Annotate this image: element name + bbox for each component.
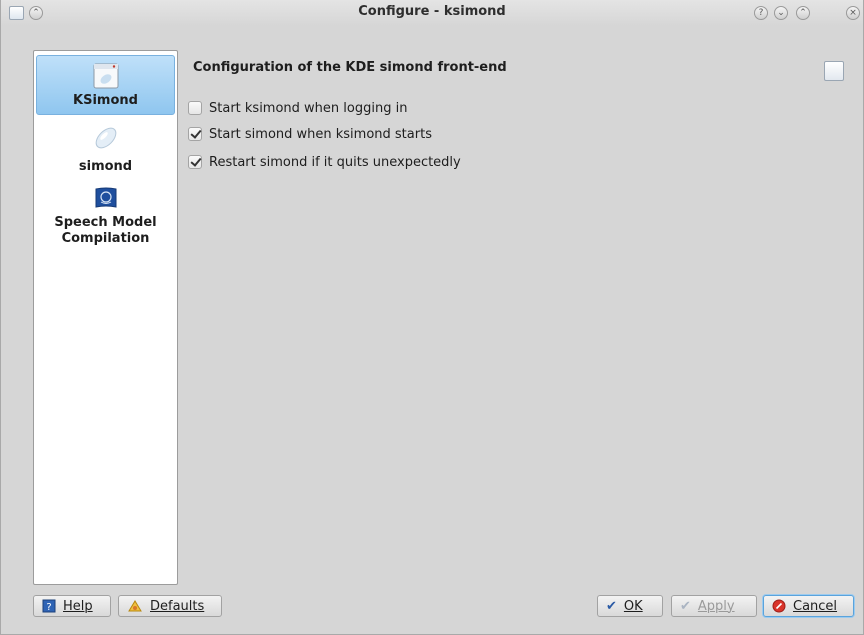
apply-check-icon: ✔ xyxy=(680,598,691,614)
page-header-icon xyxy=(824,61,844,81)
defaults-icon xyxy=(128,600,142,612)
option-restart-simond[interactable]: Restart simond if it quits unexpectedly xyxy=(188,153,461,171)
apply-button-label: Apply xyxy=(697,598,735,614)
cancel-button[interactable]: Cancel xyxy=(763,595,854,617)
ksimond-app-icon xyxy=(93,63,118,89)
configure-dialog: ⌃ Configure - ksimond ? ⌄ ⌃ × KSimond si… xyxy=(0,0,864,635)
cancel-button-label: Cancel xyxy=(793,598,838,614)
checkbox-label: Start ksimond when logging in xyxy=(209,100,408,116)
ok-button[interactable]: ✔ OK xyxy=(597,595,663,617)
simond-icon xyxy=(95,127,116,149)
sidebar-item-label: Speech Model Compilation xyxy=(54,215,157,246)
restart-simond-checkbox[interactable] xyxy=(188,155,202,169)
ok-button-label: OK xyxy=(623,598,643,614)
title-bar[interactable]: ⌃ Configure - ksimond ? ⌄ ⌃ × xyxy=(1,0,863,26)
sidebar-item-speech-model-compilation[interactable]: Speech Model Compilation xyxy=(36,185,175,255)
svg-text:?: ? xyxy=(46,602,51,613)
help-book-icon: ? xyxy=(42,599,56,613)
minimize-icon[interactable]: ⌄ xyxy=(774,6,788,20)
checkbox-label: Restart simond if it quits unexpectedly xyxy=(209,154,461,170)
sidebar-item-label: simond xyxy=(78,159,133,174)
speech-model-flag-icon xyxy=(95,187,116,208)
window-title: Configure - ksimond xyxy=(358,4,506,19)
maximize-icon[interactable]: ⌃ xyxy=(796,6,810,20)
cancel-icon xyxy=(772,599,786,613)
sidebar-item-ksimond[interactable]: KSimond xyxy=(36,55,175,115)
page-title: Configuration of the KDE simond front-en… xyxy=(193,60,507,75)
help-icon[interactable]: ? xyxy=(754,6,768,20)
defaults-button-label: Defaults xyxy=(150,598,205,614)
option-start-simond[interactable]: Start simond when ksimond starts xyxy=(188,125,432,143)
help-button[interactable]: ? Help xyxy=(33,595,111,617)
apply-button[interactable]: ✔ Apply xyxy=(671,595,757,617)
start-simond-checkbox[interactable] xyxy=(188,127,202,141)
ok-check-icon: ✔ xyxy=(606,598,617,614)
page-list: KSimond simond Speech Model Compilation xyxy=(33,50,178,585)
help-button-label: Help xyxy=(63,598,93,614)
option-start-on-login[interactable]: Start ksimond when logging in xyxy=(188,99,407,117)
checkbox-label: Start simond when ksimond starts xyxy=(209,126,432,142)
start-on-login-checkbox[interactable] xyxy=(188,101,202,115)
sidebar-item-label: KSimond xyxy=(73,93,138,108)
defaults-button[interactable]: Defaults xyxy=(118,595,222,617)
sidebar-item-simond[interactable]: simond xyxy=(36,123,175,179)
close-icon[interactable]: × xyxy=(846,6,860,20)
